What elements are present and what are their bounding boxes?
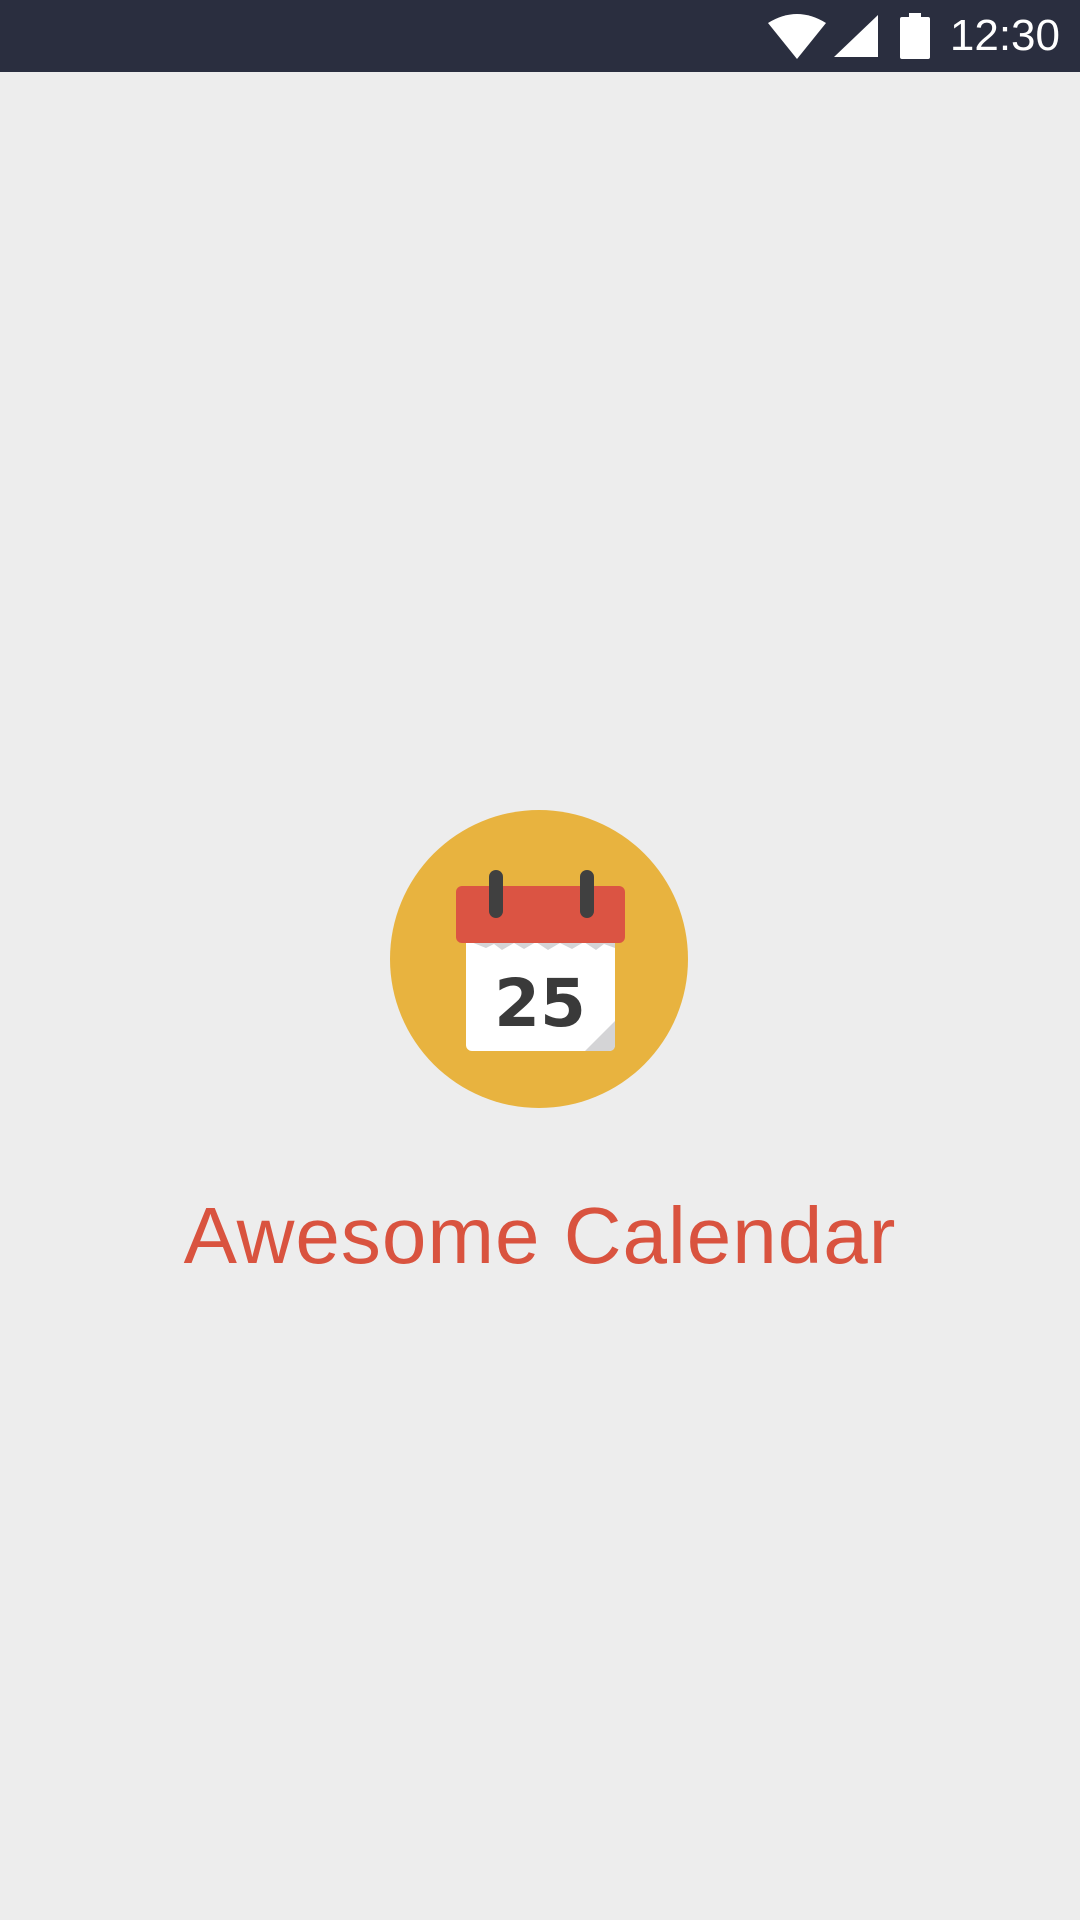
calendar-ring-right xyxy=(580,870,594,918)
app-logo: 25 xyxy=(390,810,688,1108)
battery-icon xyxy=(899,13,930,59)
status-icons: 12:30 xyxy=(767,0,1060,72)
cellular-signal-icon xyxy=(833,15,878,57)
calendar-header xyxy=(456,886,625,943)
wifi-icon xyxy=(767,14,826,59)
calendar-ring-left xyxy=(489,870,503,918)
calendar-icon: 25 xyxy=(390,810,688,1108)
calendar-day-number: 25 xyxy=(494,965,586,1042)
app-title: Awesome Calendar xyxy=(183,1191,897,1280)
status-time: 12:30 xyxy=(949,11,1060,60)
status-bar: 12:30 xyxy=(0,0,1080,72)
